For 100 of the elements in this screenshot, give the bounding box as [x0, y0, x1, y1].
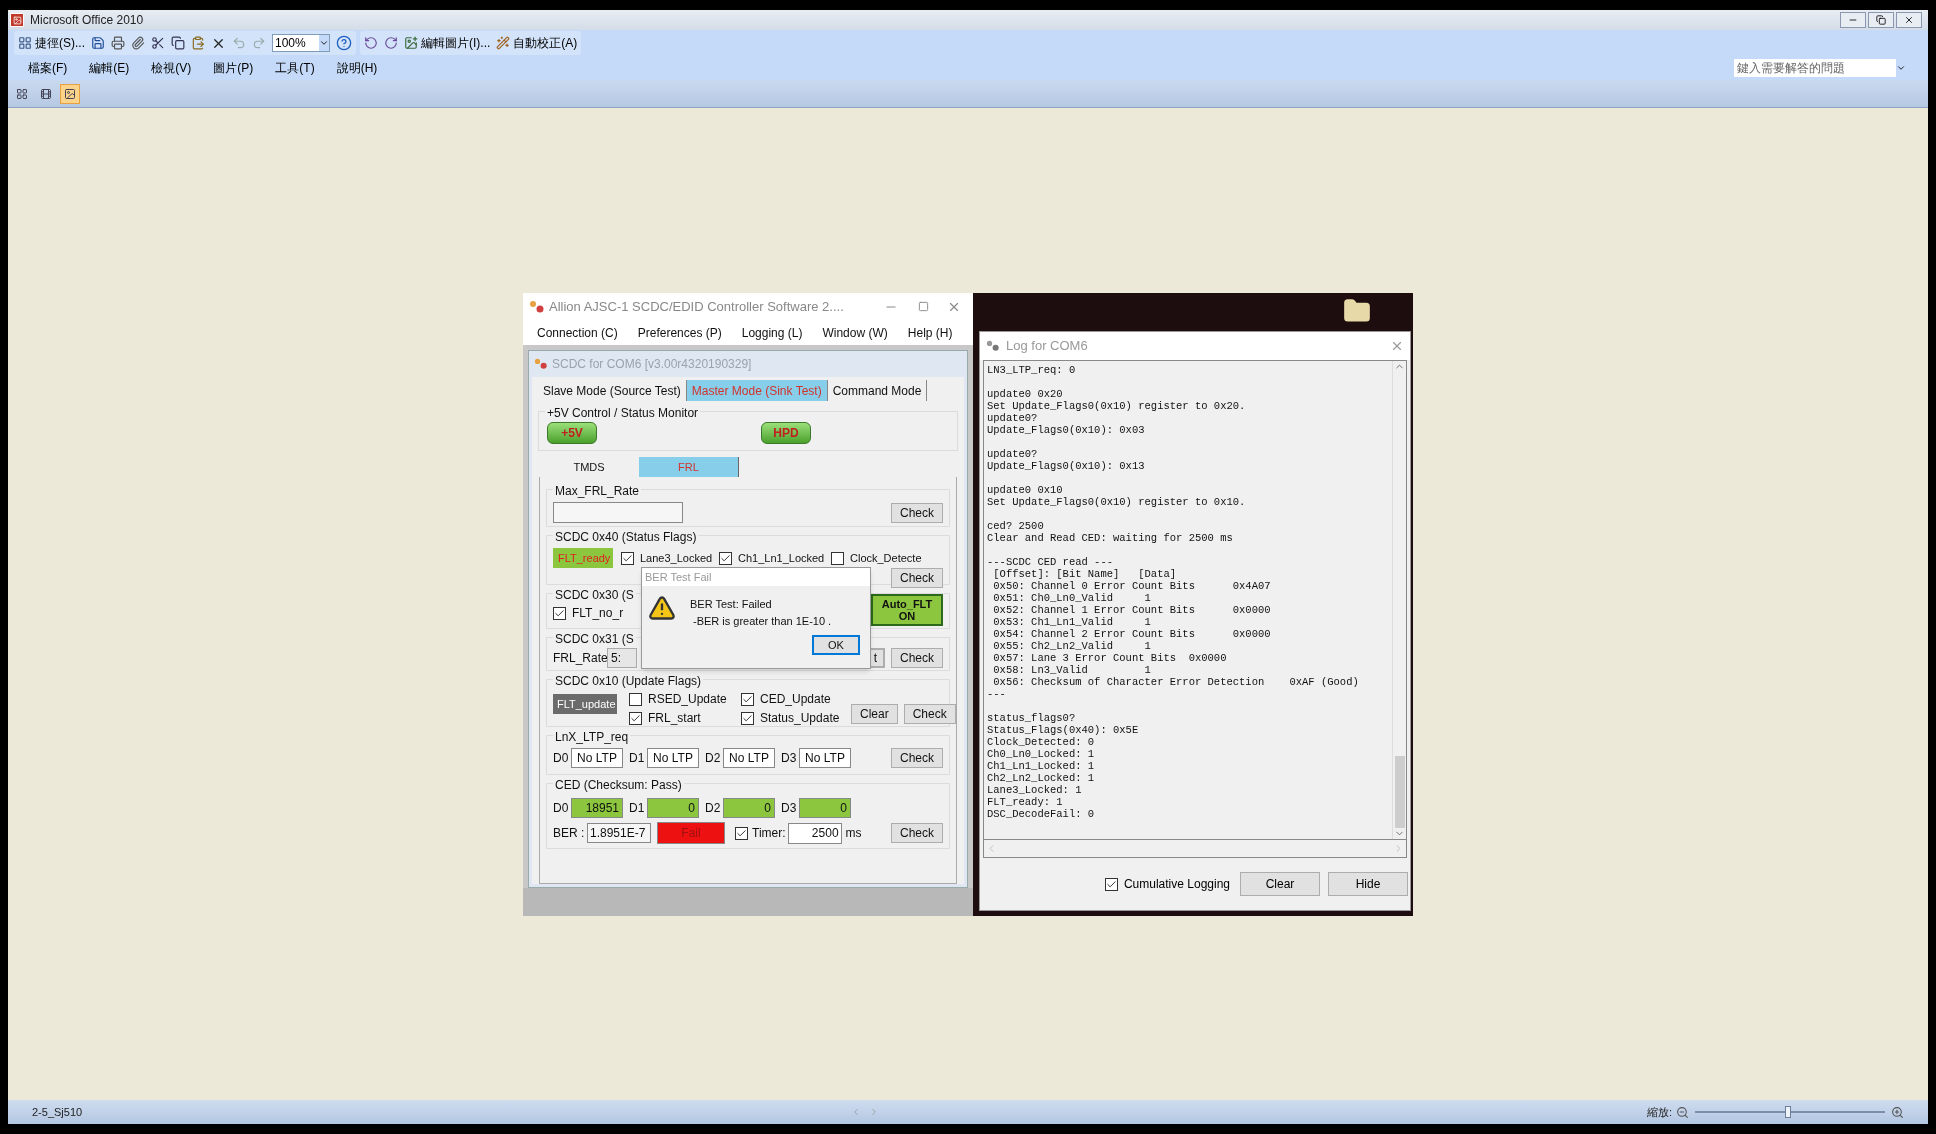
clear-button[interactable]: Clear	[1240, 872, 1320, 896]
folder-icon	[1343, 297, 1371, 325]
zoom-slider[interactable]	[1695, 1105, 1885, 1119]
log-line: ced? 2500	[987, 520, 1045, 532]
checkbox-label: Status_Update	[760, 710, 840, 727]
log-line: ---	[987, 688, 1007, 700]
log-line: Update_Flags0(0x10): 0x03	[987, 424, 1146, 436]
checkbox[interactable]	[621, 551, 634, 565]
printer-icon[interactable]	[111, 36, 125, 50]
timer-field[interactable]: 2500	[787, 822, 842, 844]
checkbox-label: Ch1_Ln1_Locked	[738, 550, 825, 566]
menu-item[interactable]: Help (H)	[907, 323, 953, 342]
ced-count-field: 18951	[571, 798, 623, 818]
checkbox[interactable]	[719, 551, 732, 565]
paperclip-icon[interactable]	[131, 36, 145, 50]
checkbox-label: FRL_start	[648, 710, 701, 727]
zoom-out-icon[interactable]	[1676, 1105, 1689, 1119]
check-button[interactable]: Check	[891, 502, 943, 523]
file-name: 2-5_Sj510	[32, 1104, 83, 1120]
check-button[interactable]: Check	[891, 748, 943, 768]
menu-item[interactable]: 工具(T)	[275, 59, 315, 77]
zoom-combo[interactable]: 100%	[272, 34, 330, 52]
checkbox[interactable]	[553, 606, 566, 620]
checkbox-label: FLT_no_r	[572, 605, 624, 622]
menu-item[interactable]: 說明(H)	[336, 59, 378, 77]
clear-button[interactable]: Clear	[851, 704, 898, 724]
shortcut-button[interactable]: 捷徑(S)...	[18, 34, 85, 52]
menu-item[interactable]: 檢視(V)	[151, 59, 192, 77]
menu-item[interactable]: 編輯(E)	[89, 59, 130, 77]
paste-icon[interactable]	[191, 36, 205, 50]
close-button[interactable]	[1896, 12, 1922, 28]
checkbox[interactable]	[1104, 877, 1118, 891]
ltp-field: No LTP	[799, 748, 851, 768]
log-line: 0x55: Ch2_Ln2_Valid 1	[992, 640, 1151, 652]
max-frl-rate-field[interactable]	[553, 502, 683, 523]
lane-label: D3	[781, 800, 798, 817]
checkbox[interactable]	[735, 826, 748, 840]
ok-button[interactable]: OK	[812, 635, 860, 655]
frl-rate-combo[interactable]: 5:	[607, 648, 637, 668]
status-indicator: FLT_update	[553, 694, 617, 714]
view-icon	[40, 87, 52, 100]
timer-label: Timer:	[752, 825, 786, 842]
app-icon	[10, 13, 24, 27]
checkbox[interactable]	[741, 711, 754, 725]
restore-button[interactable]	[1868, 12, 1894, 28]
log-line: Ch2_Ln2_Locked: 1	[987, 772, 1096, 784]
menu-item[interactable]: Logging (L)	[741, 323, 803, 342]
log-line: 0x58: Ln3_Valid 1	[992, 664, 1152, 676]
check-button[interactable]: Check	[891, 823, 943, 843]
checkbox[interactable]	[629, 692, 642, 706]
check-button[interactable]: Check	[891, 568, 943, 588]
help-search-field[interactable]: 鍵入需要解答的問題	[1734, 59, 1906, 77]
zoom-label: 縮放:	[1646, 1104, 1672, 1120]
log-line: 0x56: Checksum of Character Error Detection 0xAF (Good)	[992, 676, 1360, 688]
log-line: Set Update_Flags0(0x10) register to 0x20.	[987, 400, 1247, 412]
log-line: DSC_DecodeFail: 0	[987, 808, 1096, 820]
ced-count-field: 0	[647, 798, 699, 818]
close-icon[interactable]	[1390, 339, 1404, 353]
log-line: Ch1_Ln1_Locked: 1	[987, 760, 1096, 772]
log-line: Set Update_Flags0(0x10) register to 0x10.	[987, 496, 1247, 508]
checkbox[interactable]	[629, 711, 642, 725]
menu-item[interactable]: Window (W)	[822, 323, 888, 342]
ced-count-field: 0	[723, 798, 775, 818]
checkbox[interactable]	[741, 692, 754, 706]
zoom-in-icon[interactable]	[1891, 1105, 1904, 1119]
status-indicator: FLT_ready	[553, 548, 613, 568]
auto-correct-button[interactable]: 自動校正(A)	[496, 34, 578, 52]
sc-logo-icon	[534, 357, 548, 371]
menu-item[interactable]: Preferences (P)	[637, 323, 722, 342]
check-button[interactable]: Check	[891, 648, 943, 668]
copy-icon[interactable]	[171, 36, 185, 50]
log-line: update0 0x20	[987, 388, 1064, 400]
rotate-right-icon[interactable]	[384, 36, 398, 50]
vertical-scrollbar[interactable]	[1392, 361, 1406, 839]
log-line: 0x52: Channel 1 Error Count Bits 0x0000	[992, 604, 1272, 616]
lane-label: D1	[629, 800, 646, 817]
scissors-icon[interactable]	[151, 36, 165, 50]
menu-item[interactable]: 檔案(F)	[28, 59, 68, 77]
save-icon[interactable]	[91, 36, 105, 50]
checkbox[interactable]	[831, 551, 844, 565]
log-line: update0?	[987, 412, 1039, 424]
rotate-left-icon[interactable]	[364, 36, 378, 50]
edit-picture-button[interactable]: 編輯圖片(I)...	[404, 34, 491, 52]
wand-icon	[496, 36, 511, 50]
maximize-icon[interactable]	[918, 301, 929, 312]
log-line: Status_Flags(0x40): 0x5E	[987, 724, 1140, 736]
check-button[interactable]: Check	[903, 704, 956, 724]
hide-button[interactable]: Hide	[1328, 872, 1408, 896]
help-icon[interactable]	[336, 35, 352, 51]
scroll-thumb[interactable]	[1394, 756, 1405, 828]
log-line: 0x57: Lane 3 Error Count Bits 0x0000	[992, 652, 1228, 664]
view-button[interactable]	[60, 83, 80, 104]
menu-item[interactable]: 圖片(P)	[213, 59, 254, 77]
log-line: Update_Flags0(0x10): 0x13	[987, 460, 1146, 472]
dialog-title: BER Test Fail	[645, 569, 712, 585]
menu-item[interactable]: Connection (C)	[537, 323, 618, 342]
auto-flt-button[interactable]: Auto_FLT ON	[871, 594, 943, 626]
slider-thumb[interactable]	[1785, 1106, 1792, 1118]
field-label: BER :	[553, 825, 586, 842]
view-icon	[16, 87, 28, 100]
